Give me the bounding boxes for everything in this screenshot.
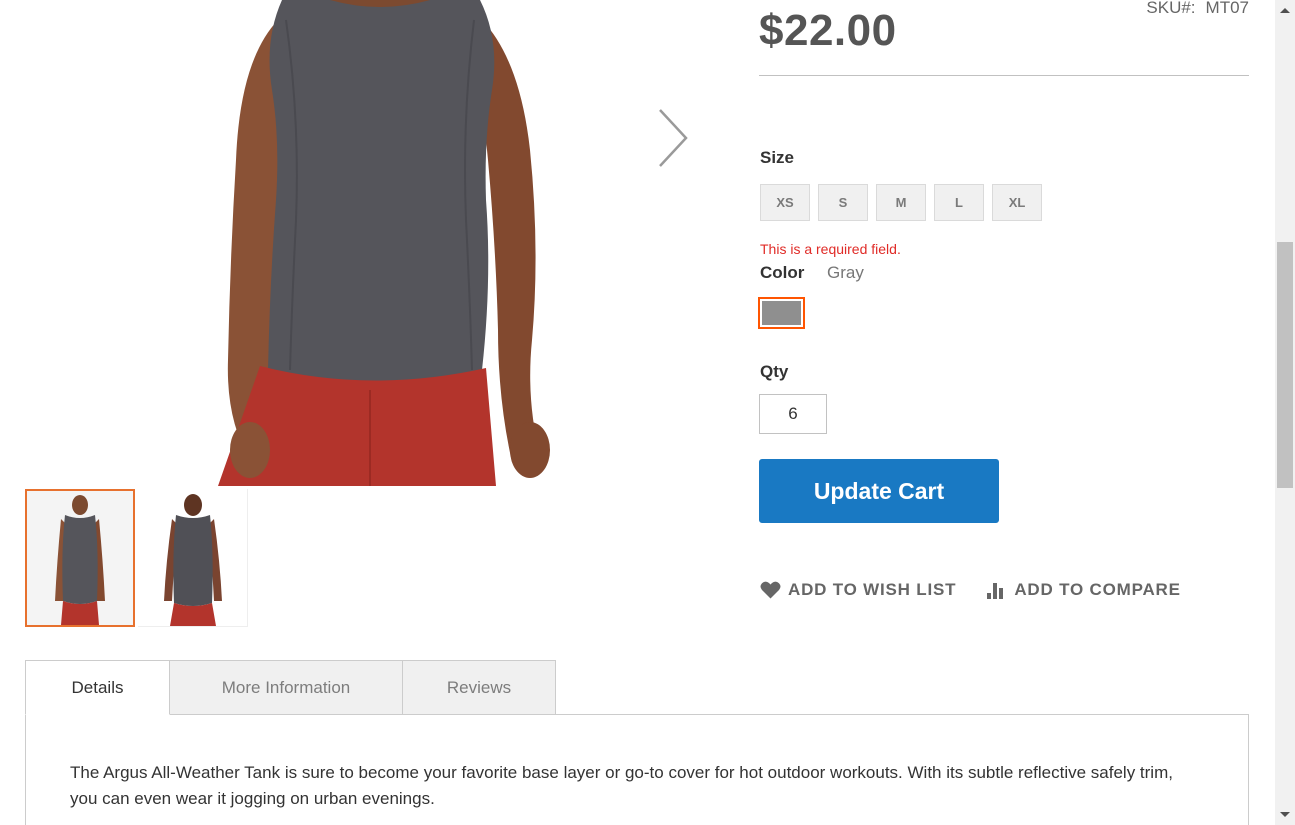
sku-label: SKU#:	[1146, 0, 1196, 17]
color-option-gray[interactable]	[758, 297, 805, 329]
update-cart-button[interactable]: Update Cart	[759, 459, 999, 523]
price-divider	[759, 75, 1249, 76]
compare-label: ADD TO COMPARE	[1014, 580, 1181, 599]
tab-reviews[interactable]: Reviews	[402, 660, 556, 715]
product-sku: SKU#: MT07	[1146, 0, 1249, 18]
qty-label: Qty	[760, 362, 789, 381]
tab-more-information[interactable]: More Information	[169, 660, 403, 715]
page-scrollbar[interactable]	[1275, 0, 1295, 825]
color-label: Color	[760, 263, 805, 282]
scrollbar-thumb[interactable]	[1277, 242, 1293, 488]
thumbnail-front[interactable]	[25, 489, 135, 627]
gallery-thumbnails	[25, 489, 255, 627]
color-swatch-fill	[762, 301, 801, 325]
thumbnail-back[interactable]	[138, 489, 248, 627]
product-price: $22.00	[759, 6, 897, 55]
wishlist-label: ADD TO WISH LIST	[788, 580, 957, 599]
sku-value: MT07	[1205, 0, 1249, 17]
details-panel: The Argus All-Weather Tank is sure to be…	[25, 714, 1249, 825]
qty-input[interactable]	[759, 394, 827, 434]
color-selected-value: Gray	[827, 263, 864, 282]
product-info-tabs: Details More Information Reviews	[25, 660, 556, 715]
tab-details[interactable]: Details	[25, 660, 170, 715]
scroll-down-arrow-icon[interactable]	[1280, 812, 1290, 817]
size-option-xl[interactable]: XL	[992, 184, 1042, 221]
scroll-up-arrow-icon[interactable]	[1280, 8, 1290, 13]
add-to-wishlist-link[interactable]: ADD TO WISH LIST	[760, 580, 956, 600]
product-main-image[interactable]	[100, 0, 660, 486]
size-option-l[interactable]: L	[934, 184, 984, 221]
size-label: Size	[760, 148, 795, 167]
product-description: The Argus All-Weather Tank is sure to be…	[70, 763, 1173, 808]
size-option-xs[interactable]: XS	[760, 184, 810, 221]
thumbnail-back-image	[138, 489, 247, 626]
model-front-view-image	[218, 0, 550, 486]
product-actions: ADD TO WISH LIST ADD TO COMPARE	[760, 580, 1181, 600]
thumbnail-front-image	[27, 491, 133, 625]
add-to-compare-link[interactable]: ADD TO COMPARE	[986, 580, 1180, 600]
compare-chart-icon	[987, 583, 1004, 599]
heart-icon	[760, 581, 781, 599]
size-error-message: This is a required field.	[760, 241, 901, 257]
chevron-right-icon	[659, 109, 688, 167]
gallery-next-button[interactable]	[652, 106, 692, 170]
size-option-m[interactable]: M	[876, 184, 926, 221]
size-option-s[interactable]: S	[818, 184, 868, 221]
size-swatches: XS S M L XL	[760, 184, 1042, 221]
